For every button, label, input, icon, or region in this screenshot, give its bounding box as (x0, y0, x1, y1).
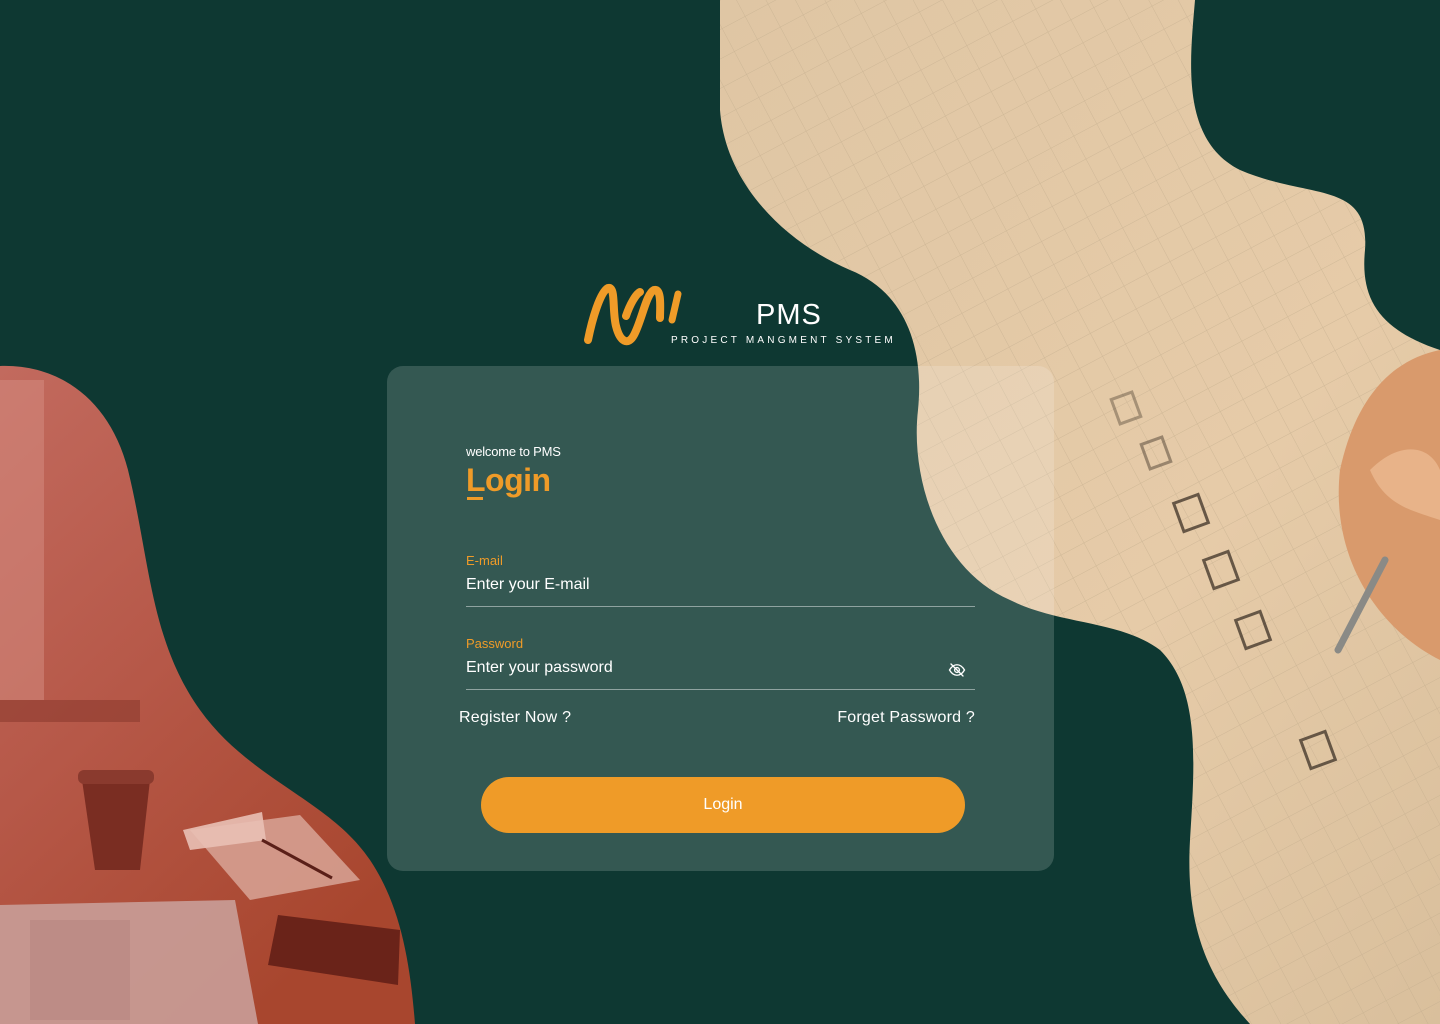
login-title: Login (466, 462, 551, 498)
password-underline (466, 689, 975, 690)
email-field: E-mail (466, 553, 975, 610)
brand-tagline: PROJECT MANGMENT SYSTEM (671, 335, 896, 346)
welcome-text: welcome to PMS (466, 444, 561, 459)
email-label: E-mail (466, 553, 503, 568)
forget-password-link[interactable]: Forget Password ? (837, 709, 975, 727)
password-input[interactable] (466, 656, 936, 680)
brand-name: PMS (756, 299, 822, 331)
password-label: Password (466, 636, 524, 651)
password-field: Password (466, 636, 975, 693)
register-link[interactable]: Register Now ? (459, 709, 571, 727)
pms-logo: PMS PROJECT MANGMENT SYSTEM (582, 280, 893, 352)
login-button[interactable]: Login (481, 777, 965, 833)
login-card: welcome to PMS Login E-mail Password Reg… (387, 366, 1054, 871)
email-underline (466, 606, 975, 607)
email-input[interactable] (466, 573, 936, 597)
title-underline (467, 497, 483, 500)
left-desk-image (0, 365, 415, 1024)
eye-off-icon[interactable] (948, 661, 966, 679)
